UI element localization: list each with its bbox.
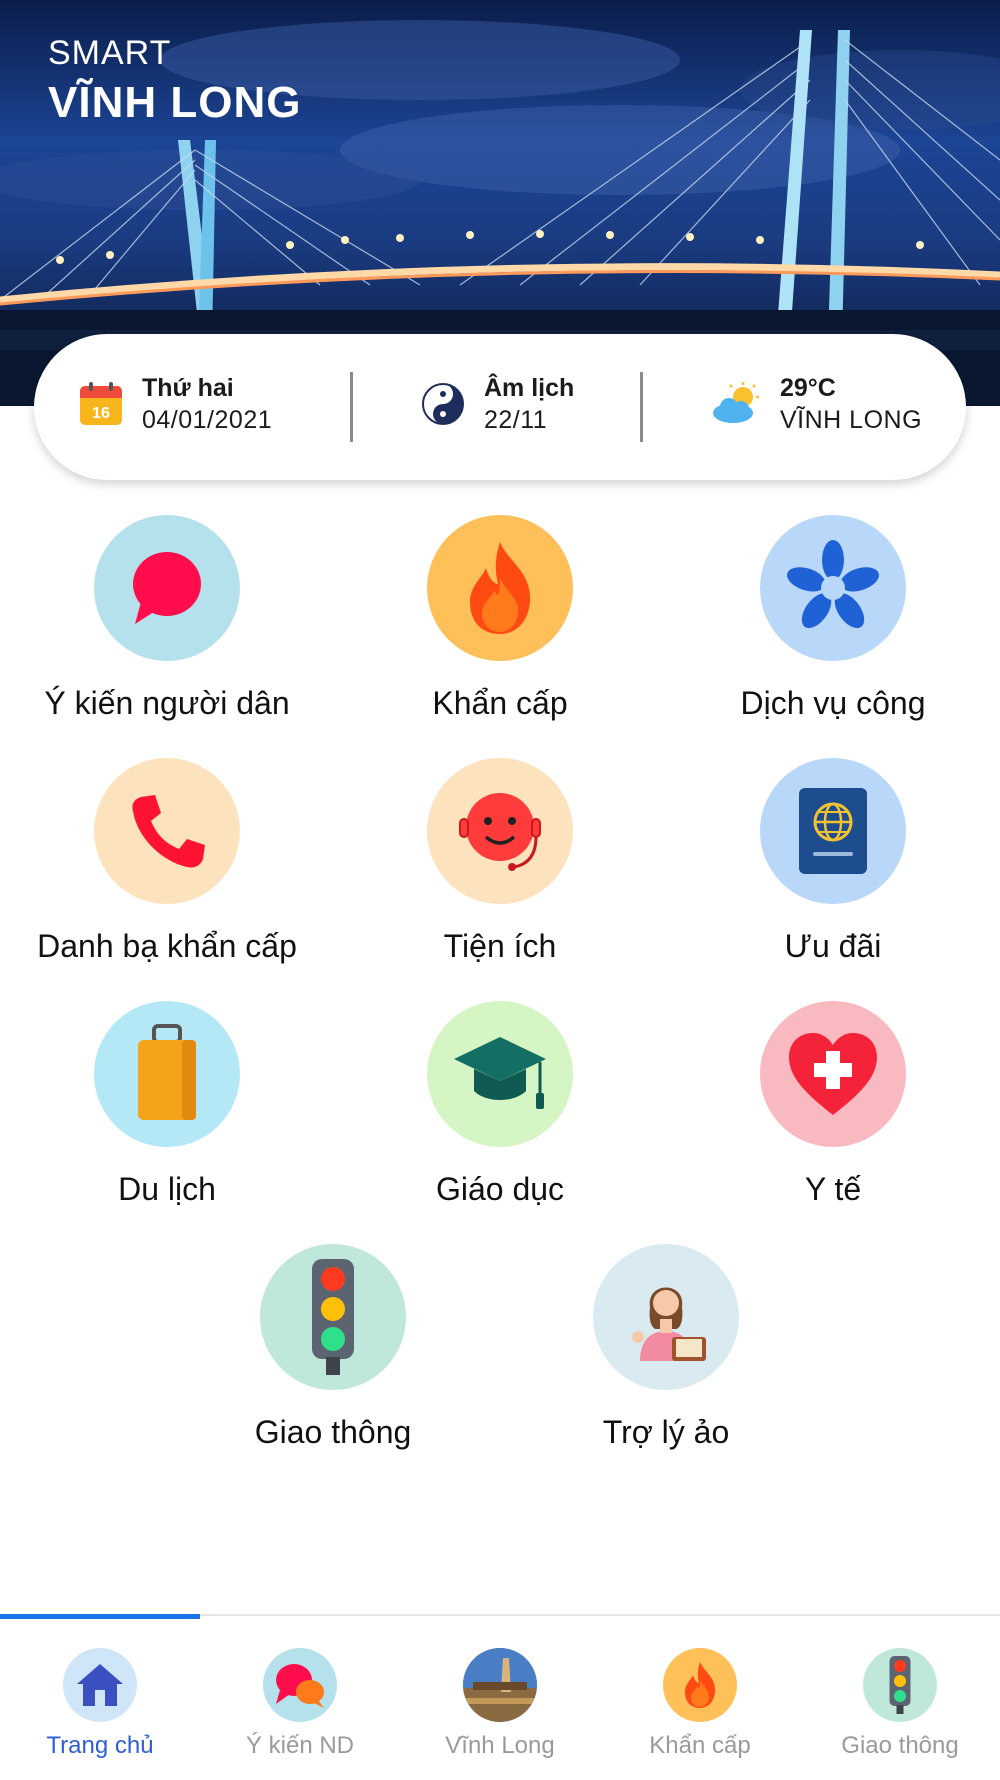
tile-giao-duc[interactable]: Giáo dục bbox=[350, 1001, 650, 1208]
tile-label: Ưu đãi bbox=[784, 928, 882, 964]
fire-icon bbox=[663, 1648, 737, 1722]
heart-cross-icon bbox=[789, 1033, 877, 1115]
passport-icon bbox=[799, 788, 867, 874]
yin-yang-icon bbox=[422, 383, 464, 425]
divider bbox=[350, 372, 353, 442]
virtual-assistant-icon bbox=[632, 1287, 706, 1361]
tile-uu-dai[interactable]: Ưu đãi bbox=[683, 758, 983, 965]
tile-circle bbox=[593, 1244, 739, 1390]
fire-icon bbox=[470, 542, 531, 634]
nav-label: Giao thông bbox=[841, 1732, 959, 1759]
luggage-icon bbox=[138, 1024, 196, 1120]
tile-label: Dịch vụ công bbox=[740, 685, 926, 721]
tile-circle bbox=[427, 515, 573, 661]
tile-y-te[interactable]: Y tế bbox=[683, 1001, 983, 1208]
tile-tro-ly-ao[interactable]: Trợ lý ảo bbox=[516, 1244, 816, 1451]
weather-place: VĨNH LONG bbox=[780, 406, 923, 434]
hands-star-icon bbox=[787, 540, 879, 629]
tile-dich-vu-cong[interactable]: Dịch vụ công bbox=[683, 515, 983, 722]
tile-circle bbox=[94, 758, 240, 904]
nav-label: Trang chủ bbox=[46, 1732, 154, 1759]
tile-du-lich[interactable]: Du lịch bbox=[17, 1001, 317, 1208]
nav-label: Ý kiến ND bbox=[245, 1732, 355, 1759]
phone-icon bbox=[132, 795, 205, 868]
speech-bubble-icon bbox=[133, 552, 201, 624]
lunar-value: 22/11 bbox=[484, 406, 548, 434]
tile-label: Khẩn cấp bbox=[432, 685, 568, 721]
tile-circle bbox=[760, 515, 906, 661]
tile-giao-thong[interactable]: Giao thông bbox=[183, 1244, 483, 1451]
tile-label: Ý kiến người dân bbox=[44, 685, 290, 721]
weather-temp: 29°C bbox=[780, 374, 836, 402]
bottom-nav: Trang chủ Ý kiến ND Vĩnh Long Khẩn cấp G… bbox=[0, 1614, 1000, 1780]
nav-khan-cap[interactable]: Khẩn cấp bbox=[600, 1648, 800, 1760]
nav-vinh-long[interactable]: Vĩnh Long bbox=[400, 1648, 600, 1760]
city-photo-icon bbox=[463, 1648, 537, 1722]
date-label: Thứ hai bbox=[142, 374, 234, 402]
tile-tien-ich[interactable]: Tiện ích bbox=[350, 758, 650, 965]
nav-trang-chu[interactable]: Trang chủ bbox=[0, 1648, 200, 1760]
lunar-segment[interactable]: Âm lịch 22/11 bbox=[420, 372, 574, 436]
tile-y-kien-nguoi-dan[interactable]: Ý kiến người dân bbox=[17, 515, 317, 722]
nav-label: Khẩn cấp bbox=[649, 1732, 751, 1759]
tile-label: Danh bạ khẩn cấp bbox=[37, 928, 297, 964]
calendar-icon: 16 bbox=[80, 382, 122, 425]
partly-cloudy-icon bbox=[713, 382, 759, 423]
tile-label: Giao thông bbox=[254, 1414, 412, 1450]
tile-label: Du lịch bbox=[118, 1171, 216, 1207]
nav-giao-thong[interactable]: Giao thông bbox=[800, 1648, 1000, 1760]
support-agent-icon bbox=[459, 793, 541, 871]
tile-circle bbox=[94, 515, 240, 661]
brand-title: VĨNH LONG bbox=[48, 78, 302, 127]
chat-bubbles-icon bbox=[263, 1648, 337, 1722]
brand-smart: SMART bbox=[48, 34, 172, 72]
lunar-label: Âm lịch bbox=[484, 374, 575, 402]
tile-label: Trợ lý ảo bbox=[602, 1414, 730, 1450]
date-value: 04/01/2021 bbox=[142, 406, 273, 434]
divider bbox=[640, 372, 643, 442]
tile-danh-ba-khan-cap[interactable]: Danh bạ khẩn cấp bbox=[17, 758, 317, 965]
tile-khan-cap[interactable]: Khẩn cấp bbox=[350, 515, 650, 722]
nav-label: Vĩnh Long bbox=[445, 1732, 555, 1759]
tile-circle bbox=[760, 1001, 906, 1147]
weather-segment[interactable]: 29°C VĨNH LONG bbox=[710, 372, 922, 436]
tile-label: Tiện ích bbox=[443, 928, 557, 964]
home-icon bbox=[63, 1648, 137, 1722]
traffic-light-icon bbox=[312, 1259, 354, 1375]
traffic-light-icon bbox=[863, 1648, 937, 1722]
tile-label: Y tế bbox=[804, 1171, 862, 1207]
graduation-cap-icon bbox=[454, 1037, 546, 1109]
tile-circle bbox=[427, 1001, 573, 1147]
tile-circle bbox=[94, 1001, 240, 1147]
nav-y-kien-nd[interactable]: Ý kiến ND bbox=[200, 1648, 400, 1760]
info-bar: 16 Thứ hai 04/01/2021 Âm lịch 22/11 29°C… bbox=[34, 334, 966, 480]
tile-circle bbox=[427, 758, 573, 904]
date-segment[interactable]: 16 Thứ hai 04/01/2021 bbox=[78, 372, 272, 436]
tile-label: Giáo dục bbox=[435, 1171, 565, 1207]
tile-circle bbox=[260, 1244, 406, 1390]
tile-circle bbox=[760, 758, 906, 904]
calendar-day: 16 bbox=[92, 405, 110, 422]
active-tab-indicator bbox=[0, 1614, 200, 1619]
